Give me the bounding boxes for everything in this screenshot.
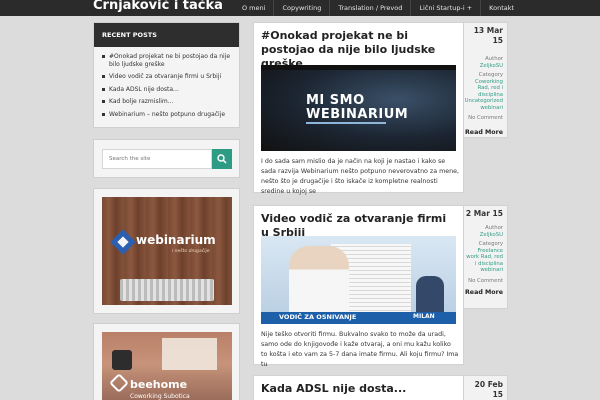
post-title[interactable]: Kada ADSL nije dosta... <box>254 376 463 396</box>
search-icon <box>217 154 227 164</box>
webinarium-logo-text: webinarium <box>136 233 216 247</box>
image-underline <box>306 122 386 124</box>
image-caption: VODIČ ZA OSNIVANJE <box>279 313 357 321</box>
recent-post-link[interactable]: #Onokad projekat ne bi postojao da nije … <box>102 53 231 68</box>
site-title[interactable]: Crnjaković i tačka <box>93 0 223 13</box>
post-title[interactable]: Video vodič za otvaranje firmi u Srbiji <box>254 206 463 240</box>
image-name: MILAN <box>413 313 435 320</box>
read-more-link[interactable]: Read More <box>464 289 503 296</box>
beehome-banner[interactable]: beehome Coworking Subotica <box>102 332 232 400</box>
image-headline-line1: MI SMO <box>306 93 365 108</box>
search-widget <box>93 139 240 178</box>
beehome-logo-text: beehome <box>130 378 188 391</box>
video-top-bar <box>261 65 456 70</box>
comments-link[interactable]: No Comment <box>464 278 503 285</box>
recent-post-link[interactable]: Kad bolje razmislim... <box>102 98 231 106</box>
beehome-banner-widget: beehome Coworking Subotica <box>93 323 240 400</box>
recent-post-link[interactable]: Webinarium – nešto potpuno drugačije <box>102 111 231 119</box>
search-input[interactable] <box>102 149 212 169</box>
post-featured-image[interactable]: MI SMO WEBINARIUM <box>261 65 456 151</box>
office-window-image <box>162 338 217 370</box>
recent-posts-list: #Onokad projekat ne bi postojao da nije … <box>94 47 239 118</box>
recent-post-link[interactable]: Kada ADSL nije dosta... <box>102 86 231 94</box>
image-headline-line2: WEBINARIUM <box>306 107 409 122</box>
comments-link[interactable]: No Comment <box>464 115 503 122</box>
webinarium-banner-widget: webinarium i nešto drugačije <box>93 188 240 314</box>
recent-post-link[interactable]: Video vodič za otvaranje firmi u Srbiji <box>102 73 231 81</box>
post-date: 20 Feb 15 <box>474 380 503 399</box>
post-card: Kada ADSL nije dosta... <box>253 375 464 400</box>
search-button[interactable] <box>212 149 232 169</box>
post-card: Video vodič za otvaranje firmi u Srbiji … <box>253 205 464 368</box>
nav-item-licni-startupi[interactable]: Lični Startup-i + <box>410 0 480 16</box>
category-links[interactable]: Coworking Rad, red i disciplina Uncatego… <box>464 79 503 112</box>
webinarium-tagline: i nešto drugačije <box>172 249 210 254</box>
post-excerpt: Nije teško otvoriti firmu. Bukvalno svak… <box>261 331 459 368</box>
post-date: 13 Mar 15 <box>473 26 503 45</box>
laptop-keyboard-image <box>120 279 214 301</box>
nav-item-translation[interactable]: Translation / Prevod <box>329 0 410 16</box>
beehome-subtitle: Coworking Subotica <box>130 393 190 400</box>
recent-posts-widget: RECENT POSTS #Onokad projekat ne bi post… <box>93 22 240 128</box>
nav-item-o-meni[interactable]: O meni <box>234 0 273 16</box>
post-meta: 2 Mar 15 Author ZeljkoSU Category Freela… <box>464 205 508 309</box>
post-title[interactable]: #Onokad projekat ne bi postojao da nije … <box>254 23 463 71</box>
post-featured-image[interactable]: VODIČ ZA OSNIVANJE MILAN <box>261 236 456 324</box>
office-chair-image <box>112 350 132 370</box>
post-card: #Onokad projekat ne bi postojao da nije … <box>253 22 464 195</box>
top-bar: Crnjaković i tačka O meni Copywriting Tr… <box>0 0 600 16</box>
post-date: 2 Mar 15 <box>465 209 503 218</box>
post-meta: 20 Feb 15 <box>464 375 508 400</box>
main-nav: O meni Copywriting Translation / Prevod … <box>234 0 522 16</box>
nav-item-copywriting[interactable]: Copywriting <box>273 0 329 16</box>
category-links[interactable]: Freelance work Rad, red i disciplina web… <box>464 248 503 274</box>
post-excerpt: I do sada sam mislio da je način na koji… <box>261 158 459 195</box>
webinarium-banner[interactable]: webinarium i nešto drugačije <box>102 197 232 305</box>
nav-item-kontakt[interactable]: Kontakt <box>480 0 522 16</box>
recent-posts-heading: RECENT POSTS <box>94 23 239 47</box>
beehome-logo-icon <box>109 373 129 393</box>
post-meta: 13 Mar 15 Author ZeljkoSU Category Cowor… <box>464 22 508 138</box>
read-more-link[interactable]: Read More <box>464 129 503 136</box>
